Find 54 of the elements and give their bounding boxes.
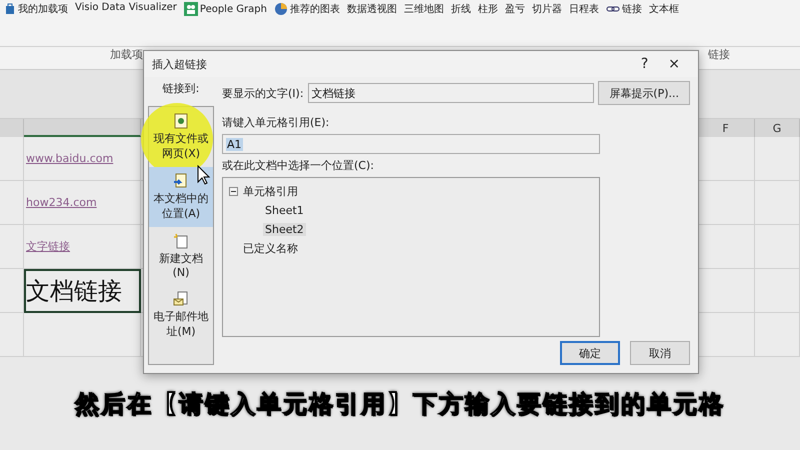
tree-item[interactable]: Sheet2 xyxy=(263,223,306,236)
tree-item[interactable]: Sheet1 xyxy=(263,204,306,217)
new-document-icon xyxy=(173,233,189,249)
dialog-title: 插入超链接 xyxy=(152,56,208,72)
tree-item[interactable]: 已定义名称 xyxy=(241,241,300,256)
link-type-item[interactable]: 现有文件或网页(X) xyxy=(149,107,213,167)
ribbon-group-label: 链接 xyxy=(708,47,730,63)
dialog-button[interactable]: 取消 xyxy=(630,341,690,365)
field-label: 或在此文档中选择一个位置(C): xyxy=(222,158,375,173)
sheet-cell xyxy=(755,181,800,225)
ribbon-command[interactable]: Visio Data Visualizer xyxy=(75,2,177,13)
row-header[interactable] xyxy=(0,313,24,357)
row-header[interactable] xyxy=(0,269,24,313)
help-button[interactable]: ? xyxy=(630,56,658,72)
ribbon-command[interactable]: 柱形 xyxy=(478,2,498,16)
field-label: 要显示的文字(I): xyxy=(222,86,304,100)
ribbon-command[interactable]: People Graph xyxy=(200,4,267,14)
sheet-cell: 文字链接 xyxy=(24,225,141,269)
chain-icon xyxy=(606,4,620,14)
sheet-cell: www.baidu.com xyxy=(24,137,141,181)
collapse-toggle-icon[interactable] xyxy=(229,187,238,196)
link-type-item[interactable]: 电子邮件地址(M) xyxy=(149,285,213,345)
mouse-cursor-icon xyxy=(197,165,211,185)
ribbon-command[interactable]: 切片器 xyxy=(532,2,562,16)
ribbon-command[interactable]: 推荐的图表 xyxy=(290,2,340,16)
close-button[interactable]: × xyxy=(658,56,690,72)
screentip-button[interactable]: 屏幕提示(P)... xyxy=(598,81,690,105)
ribbon-command[interactable]: 链接 xyxy=(622,2,642,16)
link-type-item[interactable]: 本文档中的位置(A) xyxy=(149,167,213,227)
link-to-label: 链接到: xyxy=(162,81,200,97)
subtitle: 然后在【请键入单元格引用】下方输入要链接到的单元格 xyxy=(74,389,726,420)
field-label: 请键入单元格引用(E): xyxy=(222,115,330,130)
row-header[interactable] xyxy=(0,181,24,225)
envelope-document-icon xyxy=(173,291,189,307)
ribbon-command[interactable]: 盈亏 xyxy=(504,2,525,16)
ribbon-command[interactable]: 日程表 xyxy=(568,2,599,16)
ribbon-command[interactable]: 折线 xyxy=(450,2,471,16)
row-header[interactable] xyxy=(0,137,24,181)
sheet-cell: how234.com xyxy=(24,181,141,225)
dialog-button[interactable]: 确定 xyxy=(560,341,620,365)
ribbon-command[interactable]: 数据透视图 xyxy=(346,2,397,16)
sheet-cell xyxy=(755,225,800,269)
sheet-cell xyxy=(755,269,800,313)
ribbon-command[interactable]: 我的加载项 xyxy=(18,2,68,16)
ribbon-group-label: 加载项 xyxy=(110,47,143,63)
ribbon-command[interactable]: 三维地图 xyxy=(404,2,444,16)
sheet-cell: 文档链接 xyxy=(24,269,141,313)
ribbon-command[interactable]: 文本框 xyxy=(648,2,679,16)
tree-item[interactable]: 单元格引用 xyxy=(241,184,300,199)
cell-reference-field[interactable]: A1 xyxy=(222,134,600,154)
link-type-item[interactable]: 新建文档(N) xyxy=(149,227,213,285)
display-text-field[interactable]: 文档链接 xyxy=(308,83,594,103)
pie-chart-icon xyxy=(274,2,288,16)
row-header[interactable] xyxy=(0,225,24,269)
